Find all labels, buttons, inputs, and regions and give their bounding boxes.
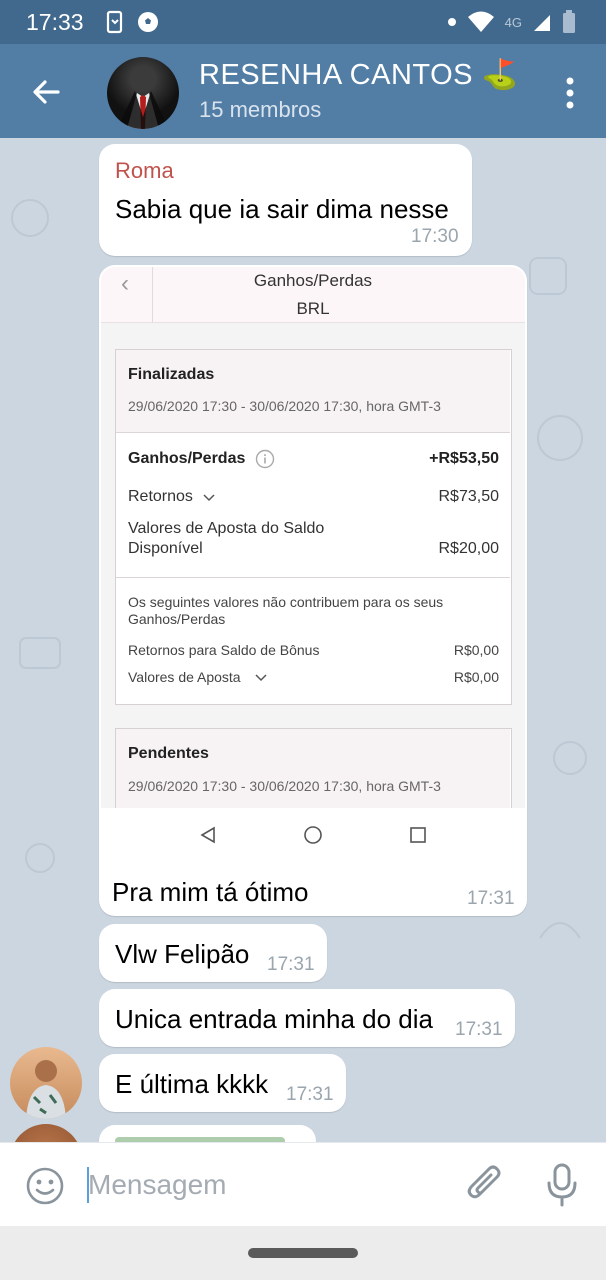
valores-aposta-value: R$0,00	[453, 669, 499, 685]
chat-header: RESENHA CANTOS ⛳ 15 membros	[0, 44, 606, 138]
signal-icon	[534, 15, 550, 31]
message-text: Unica entrada minha do dia	[115, 1004, 433, 1034]
ganhos-perdas-label: Ganhos/Perdas	[128, 450, 246, 467]
message-time: 17:31	[467, 888, 515, 909]
wifi-icon	[467, 11, 494, 32]
screenshot-title: Ganhos/Perdas	[253, 271, 373, 290]
message-text: Pra mim tá ótimo	[112, 877, 309, 907]
home-gesture-pill[interactable]	[248, 1248, 358, 1258]
group-avatar[interactable]	[107, 57, 179, 129]
nav-back-icon	[200, 826, 215, 844]
aposta-saldo-label-2: Disponível	[128, 540, 203, 557]
microphone-icon[interactable]	[545, 1163, 579, 1207]
message-bubble[interactable]: E última kkkk 17:31	[99, 1054, 346, 1112]
pendentes-period: 29/06/2020 17:30 - 30/06/2020 17:30, hor…	[128, 778, 441, 794]
phone-sync-icon	[106, 10, 123, 34]
message-time: 17:31	[455, 1019, 503, 1040]
bonus-value: R$0,00	[453, 642, 499, 658]
aposta-saldo-label: Valores de Aposta do Saldo	[128, 520, 325, 537]
finalizadas-heading: Finalizadas	[128, 366, 215, 383]
retornos-value: R$73,50	[438, 488, 500, 505]
notification-dot-icon	[447, 18, 456, 26]
emoji-icon[interactable]	[25, 1166, 65, 1206]
system-nav-bar	[0, 1226, 606, 1280]
pendentes-heading: Pendentes	[128, 745, 209, 762]
chevron-down-icon	[203, 494, 215, 502]
status-bar: 17:33 4G	[0, 0, 606, 44]
message-sender[interactable]: Roma	[115, 158, 174, 184]
network-type-label: 4G	[504, 14, 522, 30]
status-time: 17:33	[26, 9, 84, 35]
chat-title[interactable]: RESENHA CANTOS ⛳	[199, 58, 518, 92]
message-time: 17:30	[411, 226, 459, 247]
sender-avatar[interactable]	[10, 1047, 82, 1119]
info-icon	[255, 449, 275, 469]
screenshot-header: ‹ Ganhos/Perdas BRL	[101, 267, 525, 323]
message-input[interactable]: Mensagem	[88, 1169, 227, 1201]
message-text: Sabia que ia sair dima nesse	[115, 194, 449, 224]
nota-label-2: Ganhos/Perdas	[128, 611, 226, 627]
message-list[interactable]: Roma Sabia que ia sair dima nesse 17:30 …	[0, 138, 606, 1142]
screenshot-currency: BRL	[296, 299, 330, 318]
nav-home-icon	[304, 826, 322, 844]
message-bubble[interactable]: Roma Sabia que ia sair dima nesse 17:30	[99, 144, 472, 256]
message-bubble[interactable]: Vlw Felipão 17:31	[99, 924, 327, 982]
message-time: 17:31	[286, 1084, 334, 1105]
ganhos-perdas-value: +R$53,50	[429, 450, 499, 467]
screenshot-nav-bar	[101, 808, 525, 872]
battery-icon	[563, 10, 575, 33]
pendentes-card: Pendentes 29/06/2020 17:30 - 30/06/2020 …	[115, 728, 512, 808]
chevron-down-icon	[255, 674, 267, 682]
attach-icon[interactable]	[465, 1163, 505, 1207]
finalizadas-period: 29/06/2020 17:30 - 30/06/2020 17:30, hor…	[128, 398, 441, 414]
message-text: E última kkkk	[115, 1069, 269, 1099]
more-options-icon[interactable]	[562, 75, 578, 111]
finalizadas-card: Finalizadas 29/06/2020 17:30 - 30/06/202…	[115, 349, 512, 705]
soccer-ball-icon	[138, 12, 158, 32]
message-bubble[interactable]	[99, 1125, 316, 1142]
message-composer: Mensagem	[0, 1142, 606, 1226]
aposta-saldo-value: R$20,00	[438, 540, 500, 557]
retornos-label: Retornos	[128, 488, 193, 505]
nav-recents-icon	[410, 827, 426, 843]
message-text: Vlw Felipão	[115, 939, 250, 969]
member-count: 15 membros	[199, 97, 322, 122]
message-time: 17:31	[267, 954, 315, 975]
bonus-label: Retornos para Saldo de Bônus	[128, 642, 320, 658]
back-arrow-icon[interactable]	[26, 72, 66, 112]
valores-aposta-label: Valores de Aposta	[128, 669, 241, 685]
attached-screenshot[interactable]: ‹ Ganhos/Perdas BRL Finalizadas 29/06/20…	[101, 267, 525, 808]
nota-label: Os seguintes valores não contribuem para…	[128, 594, 444, 610]
message-bubble[interactable]: Unica entrada minha do dia 17:31	[99, 989, 515, 1047]
